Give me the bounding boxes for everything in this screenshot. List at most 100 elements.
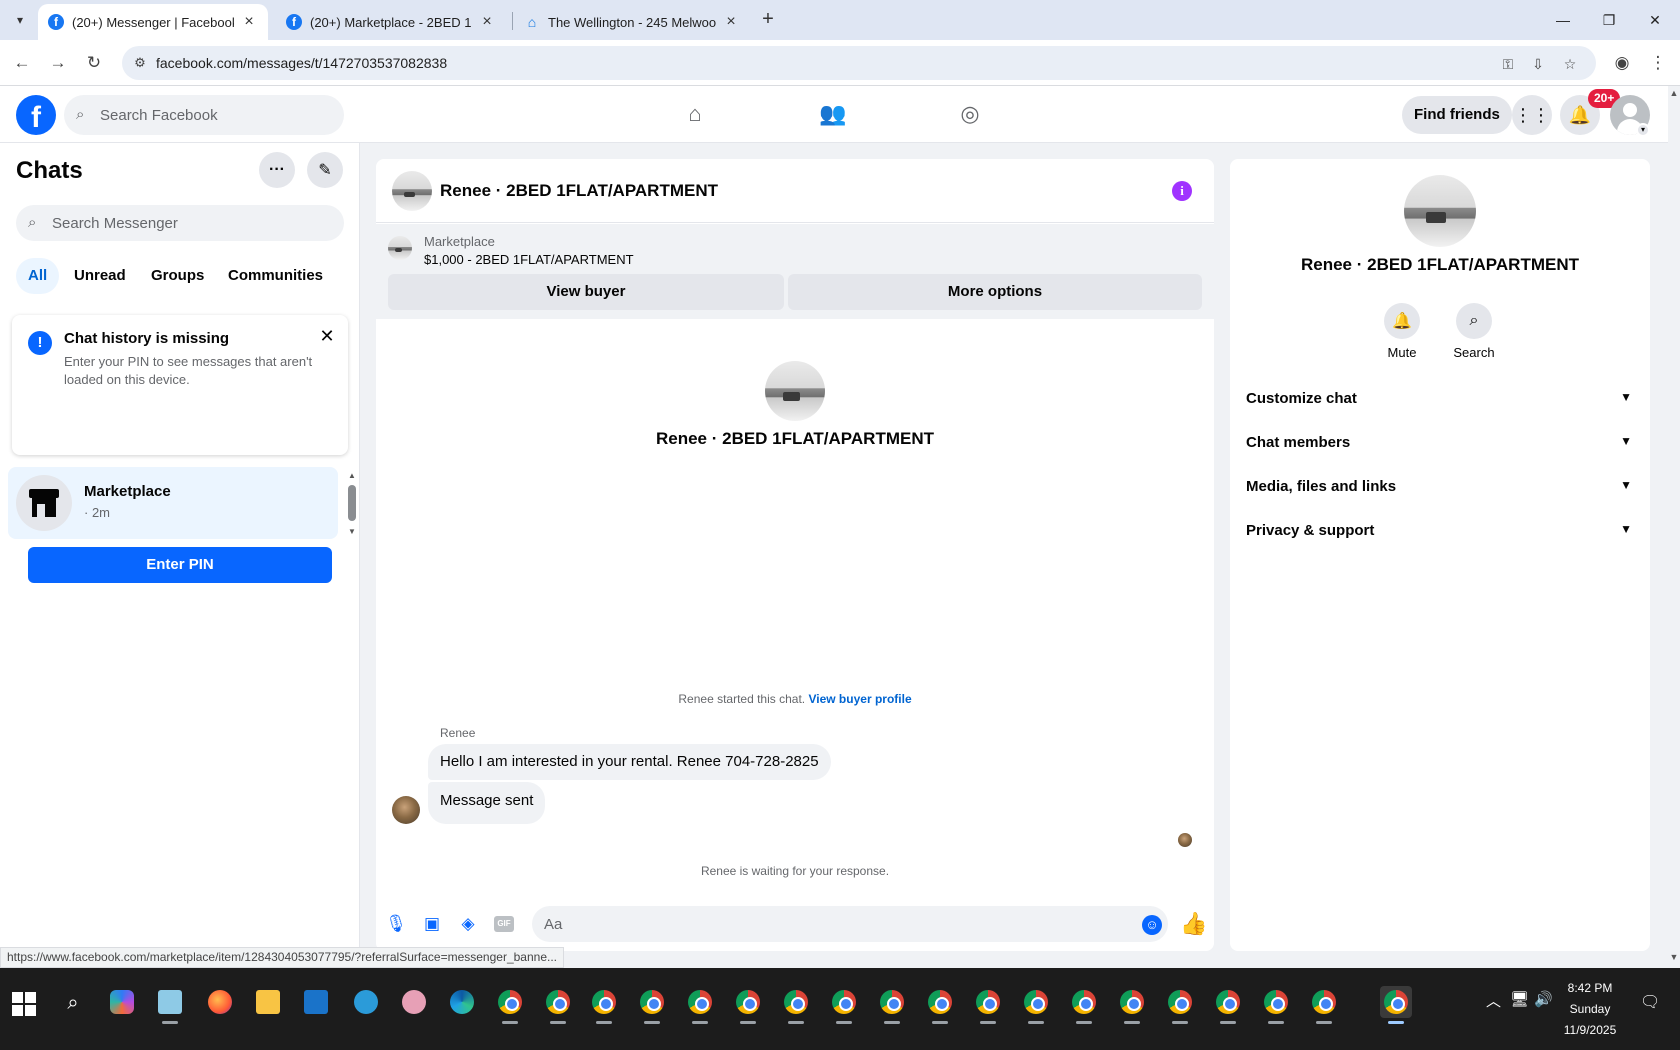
message-input-wrapper[interactable] [532, 906, 1168, 942]
message-bubble[interactable]: Message sent [428, 782, 546, 824]
close-icon[interactable]: × [240, 13, 258, 31]
reload-button[interactable]: ↻ [82, 51, 106, 75]
chat-members-section[interactable]: Chat members ▼ [1238, 422, 1642, 466]
message-input[interactable] [544, 906, 1124, 942]
conversation-avatar[interactable] [392, 171, 432, 211]
chrome-icon[interactable] [1068, 986, 1100, 1024]
search-action[interactable]: ⌕ Search [1444, 303, 1504, 360]
facebook-search[interactable]: ⌕ [64, 95, 344, 135]
paint-app-icon[interactable] [398, 986, 430, 1018]
tab-search-button[interactable]: ▾ [8, 8, 32, 32]
taskbar-clock[interactable]: 8:42 PM Sunday 11/9/2025 [1540, 978, 1640, 1041]
emoji-icon[interactable]: ☺ [1142, 915, 1162, 935]
chrome-icon[interactable] [780, 986, 812, 1024]
privacy-support-section[interactable]: Privacy & support ▼ [1238, 510, 1642, 554]
sidebar-scroll-up-arrow[interactable]: ▲ [348, 471, 356, 480]
mute-action[interactable]: 🔔 Mute [1372, 303, 1432, 360]
install-app-icon[interactable]: ⇩ [1528, 54, 1548, 74]
network-icon[interactable]: 🖥 [1510, 990, 1529, 1008]
chrome-icon[interactable] [542, 986, 574, 1024]
page-scroll-down-arrow[interactable]: ▼ [1668, 952, 1680, 962]
sender-avatar[interactable] [392, 796, 420, 824]
view-buyer-button[interactable]: View buyer [388, 274, 784, 310]
view-buyer-profile-link[interactable]: View buyer profile [808, 692, 911, 706]
password-key-icon[interactable]: ⚿ [1498, 54, 1518, 74]
chrome-icon[interactable] [1380, 986, 1412, 1024]
filter-groups[interactable]: Groups [139, 258, 216, 294]
tab-marketplace[interactable]: f (20+) Marketplace - 2BED 1FLA × [276, 4, 506, 40]
chrome-icon[interactable] [494, 986, 526, 1024]
chrome-icon[interactable] [732, 986, 764, 1024]
bell-icon[interactable]: 🔔 [1384, 303, 1420, 339]
chrome-icon[interactable] [828, 986, 860, 1024]
facebook-search-input[interactable] [100, 95, 330, 135]
media-files-links-section[interactable]: Media, files and links ▼ [1238, 466, 1642, 510]
menu-grid-icon[interactable]: ⋮⋮ [1512, 95, 1552, 135]
chrome-icon[interactable] [1212, 986, 1244, 1024]
sidebar-scrollbar[interactable] [348, 485, 356, 521]
chrome-icon[interactable] [588, 986, 620, 1024]
filter-unread[interactable]: Unread [62, 258, 138, 294]
enter-pin-button[interactable]: Enter PIN [28, 547, 332, 583]
shell-app-icon[interactable] [350, 986, 382, 1018]
thumbs-up-icon[interactable]: 👍 [1180, 911, 1207, 937]
gif-icon[interactable]: GIF [492, 912, 516, 936]
sticker-icon[interactable]: ◈ [456, 912, 480, 936]
chrome-icon[interactable] [1164, 986, 1196, 1024]
facebook-logo-icon[interactable]: f [16, 95, 56, 135]
chrome-icon[interactable] [1116, 986, 1148, 1024]
listing-title[interactable]: $1,000 - 2BED 1FLAT/APARTMENT [424, 252, 634, 267]
close-icon[interactable]: × [722, 13, 740, 31]
taskbar-search-icon[interactable]: ⌕ [60, 990, 86, 1016]
forward-button[interactable]: → [46, 51, 70, 75]
browser-menu-icon[interactable]: ⋮ [1646, 51, 1670, 75]
site-info-icon[interactable]: ⚙ [130, 53, 150, 73]
chrome-icon[interactable] [1308, 986, 1340, 1024]
chat-list-item-marketplace[interactable]: Marketplace · 2m [8, 467, 338, 539]
url-text[interactable]: facebook.com/messages/t/1472703537082838 [156, 55, 447, 71]
find-friends-button[interactable]: Find friends [1402, 96, 1512, 134]
notes-app-icon[interactable] [154, 986, 186, 1024]
bookmark-star-icon[interactable]: ☆ [1560, 54, 1580, 74]
friends-icon[interactable]: 👥 [813, 96, 853, 132]
chrome-icon[interactable] [636, 986, 668, 1024]
info-icon[interactable]: i [1172, 181, 1192, 201]
conversation-title[interactable]: Renee · 2BED 1FLAT/APARTMENT [440, 181, 718, 201]
windows-start-icon[interactable] [12, 992, 36, 1016]
back-button[interactable]: ← [10, 51, 34, 75]
close-icon[interactable]: ✕ [316, 325, 338, 347]
chrome-icon[interactable] [1260, 986, 1292, 1024]
file-explorer-icon[interactable] [252, 986, 284, 1018]
minimize-button[interactable]: — [1540, 0, 1586, 40]
close-window-button[interactable]: ✕ [1632, 0, 1678, 40]
restore-button[interactable]: ❐ [1586, 0, 1632, 40]
browser-profile-icon[interactable]: ◉ [1610, 51, 1634, 75]
chrome-icon[interactable] [876, 986, 908, 1024]
firefox-icon[interactable] [204, 986, 236, 1018]
sidebar-scroll-down-arrow[interactable]: ▼ [348, 527, 356, 536]
messenger-search-input[interactable] [52, 205, 332, 241]
notification-center-icon[interactable]: 🗨 [1640, 992, 1660, 1012]
show-hidden-icons-chevron-icon[interactable]: ︿ [1486, 990, 1501, 1011]
more-options-icon[interactable]: ··· [259, 152, 295, 188]
chevron-down-icon[interactable]: ▾ [1636, 123, 1650, 137]
close-icon[interactable]: × [478, 13, 496, 31]
remote-app-icon[interactable] [300, 986, 332, 1018]
groups-icon[interactable]: ◎ [950, 96, 990, 132]
chrome-icon[interactable] [1020, 986, 1052, 1024]
edge-icon[interactable] [446, 986, 478, 1018]
photo-icon[interactable]: ▣ [420, 912, 444, 936]
omnibox[interactable]: ⚙ facebook.com/messages/t/14727035370828… [122, 46, 1596, 80]
chrome-icon[interactable] [684, 986, 716, 1024]
new-message-icon[interactable]: ✎ [307, 152, 343, 188]
home-icon[interactable]: ⌂ [675, 96, 715, 132]
tab-wellington[interactable]: ⌂ The Wellington - 245 Melwood × [514, 4, 750, 40]
copilot-icon[interactable] [106, 986, 138, 1018]
tab-messenger[interactable]: f (20+) Messenger | Facebook × [38, 4, 268, 40]
more-options-button[interactable]: More options [788, 274, 1202, 310]
filter-communities[interactable]: Communities [216, 258, 335, 294]
filter-all[interactable]: All [16, 258, 60, 294]
marketplace-listing-banner[interactable]: Marketplace $1,000 - 2BED 1FLAT/APARTMEN… [376, 224, 1214, 319]
search-icon[interactable]: ⌕ [1456, 303, 1492, 339]
microphone-icon[interactable]: 🎙 [384, 912, 408, 936]
